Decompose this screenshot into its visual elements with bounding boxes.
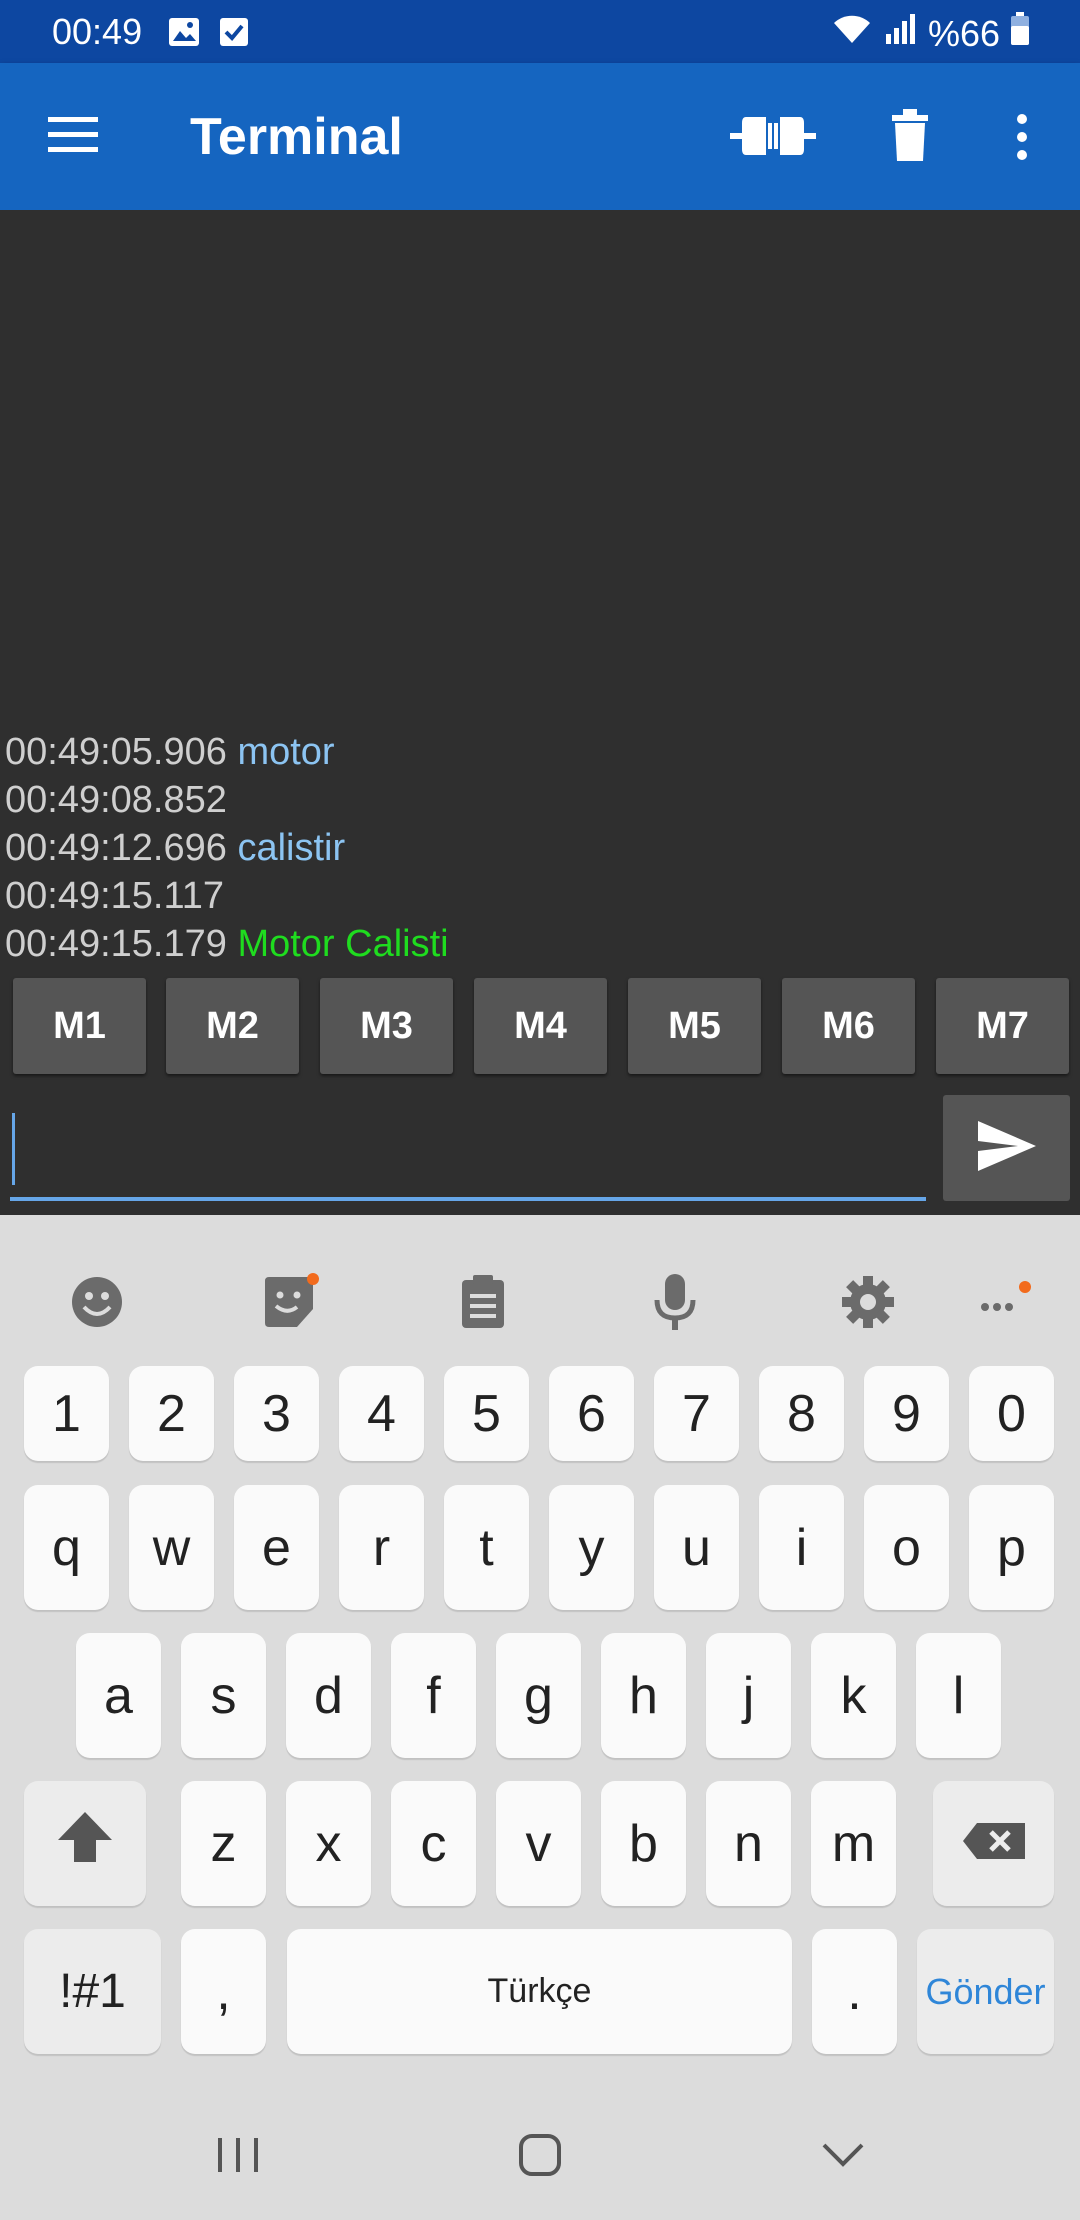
key-x[interactable]: x	[286, 1781, 371, 1906]
shift-key[interactable]	[24, 1781, 146, 1906]
key-q[interactable]: q	[24, 1485, 109, 1610]
key-0[interactable]: 0	[969, 1366, 1054, 1461]
macro-button-m5[interactable]: M5	[628, 978, 761, 1074]
key-5[interactable]: 5	[444, 1366, 529, 1461]
settings-icon[interactable]	[833, 1267, 903, 1337]
key-a[interactable]: a	[76, 1633, 161, 1758]
key-9[interactable]: 9	[864, 1366, 949, 1461]
key-m[interactable]: m	[811, 1781, 896, 1906]
text-caret	[12, 1113, 15, 1185]
backspace-key[interactable]	[933, 1781, 1054, 1906]
key-l[interactable]: l	[916, 1633, 1001, 1758]
navigation-bar	[0, 2085, 1080, 2220]
send-button[interactable]	[943, 1095, 1070, 1201]
log-time: 00:49:15.179	[5, 923, 227, 965]
more-dots-icon[interactable]	[970, 1267, 1040, 1337]
key-4[interactable]: 4	[339, 1366, 424, 1461]
key-6[interactable]: 6	[549, 1366, 634, 1461]
key-w[interactable]: w	[129, 1485, 214, 1610]
terminal-output[interactable]: 00:49:05.906 motor 00:49:08.852 00:49:12…	[0, 210, 1080, 968]
wifi-icon	[830, 11, 874, 56]
period-key[interactable]: .	[812, 1929, 897, 2054]
sticker-icon[interactable]	[255, 1267, 325, 1337]
log-text: Motor Calisti	[237, 923, 449, 965]
key-2[interactable]: 2	[129, 1366, 214, 1461]
key-i[interactable]: i	[759, 1485, 844, 1610]
key-y[interactable]: y	[549, 1485, 634, 1610]
shift-icon	[56, 1808, 114, 1879]
macro-button-m2[interactable]: M2	[166, 978, 299, 1074]
comma-key[interactable]: ,	[181, 1929, 266, 2054]
status-time: 00:49	[52, 11, 143, 52]
log-line: 00:49:12.696 calistir	[5, 824, 1075, 872]
key-s[interactable]: s	[181, 1633, 266, 1758]
log-time: 00:49:08.852	[5, 779, 227, 821]
mic-icon[interactable]	[640, 1267, 710, 1337]
macro-button-m4[interactable]: M4	[474, 978, 607, 1074]
page-title: Terminal	[190, 108, 403, 166]
log-line: 00:49:15.179 Motor Calisti	[5, 920, 1075, 968]
message-input[interactable]	[10, 1115, 926, 1201]
log-time: 00:49:05.906	[5, 731, 227, 773]
symbols-key[interactable]: !#1	[24, 1929, 161, 2054]
log-time: 00:49:12.696	[5, 827, 227, 869]
log-text: calistir	[237, 827, 346, 869]
macro-button-m1[interactable]: M1	[13, 978, 146, 1074]
macro-bar: M1 M2 M3 M4 M5 M6 M7	[0, 978, 1080, 1074]
send-icon	[976, 1119, 1038, 1178]
backspace-icon	[961, 1814, 1027, 1874]
input-row	[0, 1085, 1080, 1215]
key-f[interactable]: f	[391, 1633, 476, 1758]
log-line: 00:49:15.117	[5, 872, 1075, 920]
connect-icon[interactable]	[730, 109, 816, 168]
menu-icon[interactable]	[46, 115, 100, 160]
key-b[interactable]: b	[601, 1781, 686, 1906]
recents-icon[interactable]	[203, 2125, 273, 2185]
signal-icon	[884, 12, 918, 55]
image-icon	[168, 14, 200, 48]
log-text: motor	[237, 731, 335, 773]
battery-text: %66	[927, 12, 1000, 54]
more-icon[interactable]	[1012, 113, 1032, 168]
key-h[interactable]: h	[601, 1633, 686, 1758]
key-p[interactable]: p	[969, 1485, 1054, 1610]
log-line: 00:49:08.852	[5, 776, 1075, 824]
back-chevron-icon[interactable]	[808, 2125, 878, 2185]
status-bar: 00:49 %66	[0, 0, 1080, 63]
key-t[interactable]: t	[444, 1485, 529, 1610]
battery-icon	[1010, 12, 1030, 55]
key-c[interactable]: c	[391, 1781, 476, 1906]
space-key[interactable]: Türkçe	[287, 1929, 792, 2054]
key-o[interactable]: o	[864, 1485, 949, 1610]
key-r[interactable]: r	[339, 1485, 424, 1610]
enter-send-key[interactable]: Gönder	[917, 1929, 1054, 2054]
key-8[interactable]: 8	[759, 1366, 844, 1461]
key-k[interactable]: k	[811, 1633, 896, 1758]
key-7[interactable]: 7	[654, 1366, 739, 1461]
soft-keyboard: 1 2 3 4 5 6 7 8 9 0 q w e r t y u i o p …	[0, 1215, 1080, 2220]
macro-button-m3[interactable]: M3	[320, 978, 453, 1074]
home-icon[interactable]	[505, 2125, 575, 2185]
key-v[interactable]: v	[496, 1781, 581, 1906]
key-d[interactable]: d	[286, 1633, 371, 1758]
emoji-icon[interactable]	[62, 1267, 132, 1337]
checkbox-icon	[219, 14, 249, 48]
key-g[interactable]: g	[496, 1633, 581, 1758]
key-1[interactable]: 1	[24, 1366, 109, 1461]
key-j[interactable]: j	[706, 1633, 791, 1758]
app-bar: Terminal	[0, 63, 1080, 210]
delete-icon[interactable]	[890, 109, 930, 168]
key-u[interactable]: u	[654, 1485, 739, 1610]
key-e[interactable]: e	[234, 1485, 319, 1610]
key-n[interactable]: n	[706, 1781, 791, 1906]
key-3[interactable]: 3	[234, 1366, 319, 1461]
macro-button-m7[interactable]: M7	[936, 978, 1069, 1074]
clipboard-icon[interactable]	[448, 1267, 518, 1337]
log-time: 00:49:15.117	[5, 875, 225, 917]
key-z[interactable]: z	[181, 1781, 266, 1906]
log-line: 00:49:05.906 motor	[5, 728, 1075, 776]
terminal-log: 00:49:05.906 motor 00:49:08.852 00:49:12…	[5, 728, 1075, 968]
macro-button-m6[interactable]: M6	[782, 978, 915, 1074]
